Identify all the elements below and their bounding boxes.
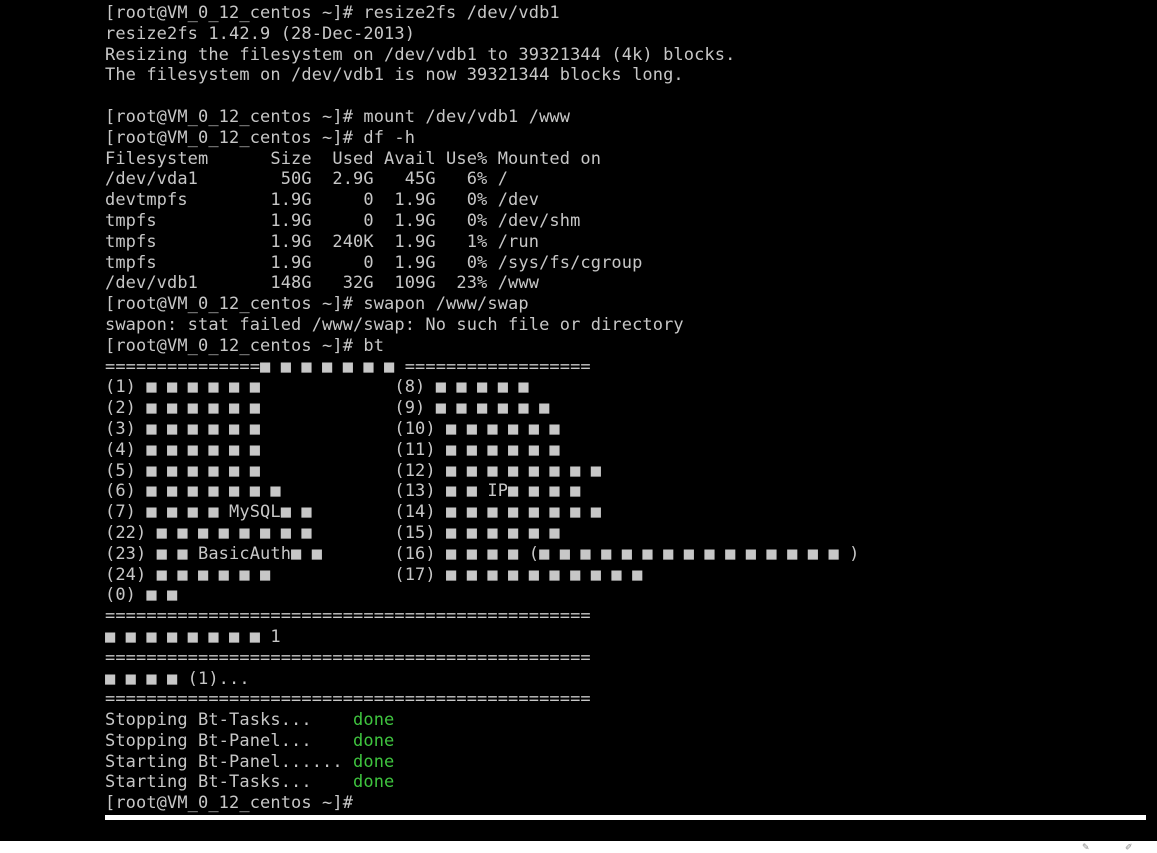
- pen-icon[interactable]: ✎: [1082, 843, 1092, 853]
- terminal-line: [root@VM_0_12_centos ~]# mount /dev/vdb1…: [105, 106, 571, 127]
- terminal-line: devtmpfs 1.9G 0 1.9G 0% /dev: [105, 190, 540, 211]
- terminal-line: resize2fs 1.42.9 (28-Dec-2013): [105, 23, 416, 44]
- terminal-line: /dev/vdb1 148G 32G 109G 23% /www: [105, 273, 540, 294]
- terminal-line: (6) ■ ■ ■ ■ ■ ■ ■ (13) ■ ■ IP■ ■ ■ ■: [105, 481, 581, 502]
- terminal-line: ========================================…: [105, 647, 591, 668]
- terminal-line: [root@VM_0_12_centos ~]# df -h: [105, 127, 416, 148]
- service-action-text: Starting Bt-Panel......: [105, 751, 354, 772]
- terminal-line: /dev/vda1 50G 2.9G 45G 6% /: [105, 169, 509, 190]
- edit-icon[interactable]: ✐: [1125, 843, 1135, 853]
- service-action-text: Stopping Bt-Panel...: [105, 730, 354, 751]
- shell-prompt[interactable]: [root@VM_0_12_centos ~]#: [105, 793, 1145, 814]
- terminal-output: [root@VM_0_12_centos ~]# resize2fs /dev/…: [105, 3, 1145, 814]
- terminal-line: (24) ■ ■ ■ ■ ■ ■ (17) ■ ■ ■ ■ ■ ■ ■ ■ ■ …: [105, 564, 643, 585]
- service-status-done: done: [353, 751, 395, 772]
- service-status-line: Starting Bt-Tasks... done: [105, 772, 1145, 793]
- terminal-line: ========================================…: [105, 689, 591, 710]
- terminal-line: (22) ■ ■ ■ ■ ■ ■ ■ ■ (15) ■ ■ ■ ■ ■ ■: [105, 522, 560, 543]
- terminal-line: (3) ■ ■ ■ ■ ■ ■ (10) ■ ■ ■ ■ ■ ■: [105, 418, 560, 439]
- terminal-line: The filesystem on /dev/vdb1 is now 39321…: [105, 65, 684, 86]
- terminal-console[interactable]: [root@VM_0_12_centos ~]# resize2fs /dev/…: [0, 0, 1157, 853]
- terminal-line: [root@VM_0_12_centos ~]# bt: [105, 335, 385, 356]
- terminal-line: [root@VM_0_12_centos ~]# swapon /www/swa…: [105, 294, 529, 315]
- terminal-line: tmpfs 1.9G 0 1.9G 0% /sys/fs/cgroup: [105, 252, 643, 273]
- terminal-line: (7) ■ ■ ■ ■ MySQL■ ■ (14) ■ ■ ■ ■ ■ ■ ■ …: [105, 502, 602, 523]
- terminal-line: (1) ■ ■ ■ ■ ■ ■ (8) ■ ■ ■ ■ ■: [105, 377, 529, 398]
- service-status-done: done: [353, 730, 395, 751]
- terminal-line: ===============■ ■ ■ ■ ■ ■ ■ ===========…: [105, 356, 591, 377]
- terminal-line: [root@VM_0_12_centos ~]# resize2fs /dev/…: [105, 3, 560, 23]
- terminal-line: Filesystem Size Used Avail Use% Mounted …: [105, 148, 602, 169]
- input-cursor-bar: [105, 815, 1146, 820]
- terminal-line: ========================================…: [105, 606, 591, 627]
- terminal-line: swapon: stat failed /www/swap: No such f…: [105, 314, 684, 335]
- service-status-line: Stopping Bt-Panel... done: [105, 731, 1145, 752]
- terminal-line: tmpfs 1.9G 0 1.9G 0% /dev/shm: [105, 210, 581, 231]
- terminal-line: (4) ■ ■ ■ ■ ■ ■ (11) ■ ■ ■ ■ ■ ■: [105, 439, 560, 460]
- window-bottom-strip: [0, 841, 1157, 853]
- terminal-line: ■ ■ ■ ■ (1)...: [105, 668, 250, 689]
- terminal-line: (23) ■ ■ BasicAuth■ ■ (16) ■ ■ ■ ■ (■ ■ …: [105, 543, 860, 564]
- terminal-line: tmpfs 1.9G 240K 1.9G 1% /run: [105, 231, 540, 252]
- service-action-text: Stopping Bt-Tasks...: [105, 710, 354, 731]
- service-status-line: Starting Bt-Panel...... done: [105, 752, 1145, 773]
- service-status-line: Stopping Bt-Tasks... done: [105, 710, 1145, 731]
- terminal-line: (0) ■ ■: [105, 585, 178, 606]
- service-action-text: Starting Bt-Tasks...: [105, 772, 354, 793]
- service-status-done: done: [353, 772, 395, 793]
- terminal-line: (2) ■ ■ ■ ■ ■ ■ (9) ■ ■ ■ ■ ■ ■: [105, 398, 550, 419]
- service-status-done: done: [353, 710, 395, 731]
- terminal-line: Resizing the filesystem on /dev/vdb1 to …: [105, 44, 736, 65]
- terminal-line: ■ ■ ■ ■ ■ ■ ■ ■ 1: [105, 626, 281, 647]
- terminal-line: (5) ■ ■ ■ ■ ■ ■ (12) ■ ■ ■ ■ ■ ■ ■ ■: [105, 460, 602, 481]
